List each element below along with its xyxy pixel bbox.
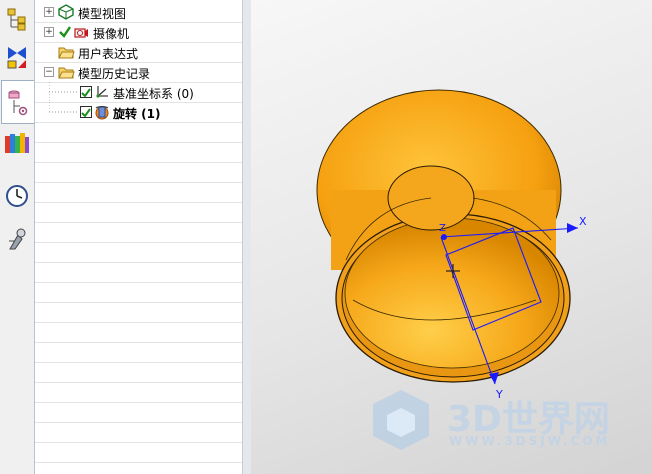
empty-row [35, 242, 242, 263]
empty-row [35, 202, 242, 223]
x-axis-label: X [579, 215, 587, 228]
check-mark-icon [59, 26, 71, 38]
expand-icon[interactable]: + [44, 7, 54, 17]
tree-row-datum-csys[interactable]: 基准坐标系 (0) [35, 82, 242, 103]
part-navigator-icon[interactable] [1, 80, 34, 124]
empty-row [35, 302, 242, 323]
empty-row [35, 162, 242, 183]
tree-connector [49, 82, 79, 102]
expand-icon[interactable]: + [44, 27, 54, 37]
datum-csys-icon [96, 86, 108, 98]
system-material-icon[interactable] [3, 224, 31, 254]
revolve-feature-icon [95, 105, 109, 120]
collapse-icon[interactable]: − [44, 67, 54, 77]
z-axis-label: Z [439, 223, 446, 234]
empty-row [35, 442, 242, 463]
graphics-window[interactable]: X Y Z 3D世界网 WWW.3DSJW.COM [251, 0, 652, 474]
assembly-navigator-icon[interactable] [3, 4, 31, 34]
empty-row [35, 422, 242, 443]
tree-label: 模型视图 [78, 7, 127, 21]
visibility-checkbox[interactable] [80, 86, 92, 98]
watermark-url: WWW.3DSJW.COM [449, 434, 611, 448]
folder-open-icon [58, 67, 75, 79]
empty-row [35, 182, 242, 203]
model-views-icon [58, 4, 74, 20]
empty-row [35, 262, 242, 283]
tree-row-model-history[interactable]: − 模型历史记录 [35, 62, 242, 83]
tree-label: 模型历史记录 [78, 67, 151, 81]
tree-row-camera[interactable]: + 摄像机 [35, 22, 242, 43]
folder-icon [58, 47, 75, 59]
empty-row [35, 282, 242, 303]
empty-row [35, 142, 242, 163]
tree-label: 基准坐标系 (0) [113, 87, 194, 101]
tree-row-model-views[interactable]: + 模型视图 [35, 2, 242, 23]
tree-label: 摄像机 [93, 27, 130, 41]
empty-row [35, 382, 242, 403]
visibility-checkbox[interactable] [80, 106, 92, 118]
empty-row [35, 342, 242, 363]
watermark-logo-icon [373, 390, 429, 450]
tree-row-revolve[interactable]: 旋转 (1) [35, 102, 242, 123]
part-navigator-tree: + 模型视图 + 摄像机 用户表达式 − 模型历史记录 基准坐标系 (0) 旋转… [35, 0, 242, 474]
history-icon[interactable] [3, 181, 31, 211]
resource-bar [0, 0, 35, 474]
empty-row [35, 122, 242, 143]
tree-label: 用户表达式 [78, 47, 139, 61]
empty-row [35, 362, 242, 383]
empty-row [35, 402, 242, 423]
empty-row [35, 322, 242, 343]
reuse-library-icon[interactable] [3, 128, 31, 158]
camera-icon [74, 28, 88, 38]
tree-connector [49, 102, 79, 113]
tree-label: 旋转 (1) [113, 107, 161, 121]
empty-row [35, 222, 242, 243]
tree-row-user-expressions[interactable]: 用户表达式 [35, 42, 242, 63]
constraint-navigator-icon[interactable] [3, 42, 31, 72]
